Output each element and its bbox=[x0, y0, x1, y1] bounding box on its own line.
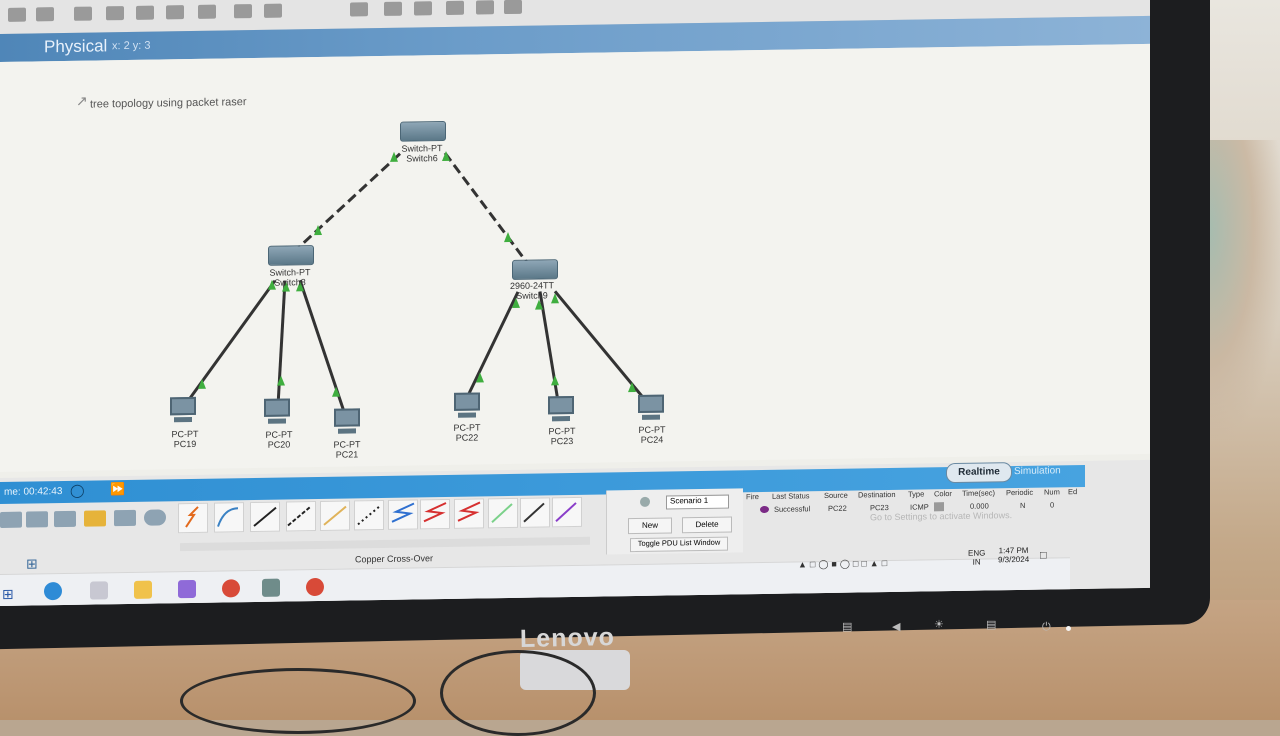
brightness-icon[interactable]: ☀ bbox=[934, 618, 944, 631]
grid-icon[interactable]: ⊞ bbox=[26, 555, 38, 572]
power-cycle-icon[interactable]: ◯ bbox=[70, 483, 85, 499]
pc24-name: PC24 bbox=[640, 434, 664, 445]
pdu-cell-status: Successful bbox=[774, 504, 811, 514]
pc24-icon[interactable] bbox=[636, 394, 666, 425]
pdu-header: Color bbox=[934, 489, 952, 499]
packet-tracer-icon[interactable] bbox=[262, 578, 280, 597]
switch8-icon[interactable] bbox=[268, 245, 314, 266]
monitor-brand-logo: Lenovo bbox=[519, 623, 616, 653]
switch6-icon[interactable] bbox=[400, 120, 446, 142]
category-enddevice-icon[interactable] bbox=[114, 509, 136, 527]
switch8-name: Switch8 bbox=[274, 277, 306, 288]
monitor-screen: Physical x: 2 y: 3 ↗ tree topology using… bbox=[0, 0, 1150, 607]
pdu-header: Periodic bbox=[1006, 487, 1034, 498]
pc22-icon[interactable] bbox=[452, 392, 482, 422]
pdu-cell-num: 0 bbox=[1050, 500, 1055, 510]
pdu-header: Ed bbox=[1068, 487, 1078, 497]
pc23-name: PC23 bbox=[550, 435, 574, 447]
pdu-cell-destination: PC23 bbox=[870, 503, 889, 513]
pc23-icon[interactable] bbox=[546, 395, 576, 426]
link-switch6-switch9 bbox=[443, 152, 532, 268]
pc19-label: PC-PT PC19 bbox=[150, 429, 220, 450]
cable-caption: Copper Cross-Over bbox=[355, 553, 434, 565]
toggle-pdu-list-button[interactable]: Toggle PDU List Window bbox=[630, 536, 728, 553]
switch9-name: Switch9 bbox=[516, 290, 548, 301]
pc24-label: PC-PT PC24 bbox=[617, 424, 687, 445]
pc21-icon[interactable] bbox=[332, 408, 362, 438]
bezel-left-icon[interactable]: ◀ bbox=[892, 620, 900, 633]
switch6-name: Switch6 bbox=[406, 153, 438, 164]
lang-bottom: IN bbox=[972, 557, 981, 567]
taskbar-clock[interactable]: 1:47 PM 9/3/2024 bbox=[998, 546, 1029, 564]
desk-cable bbox=[440, 650, 596, 736]
switch6-label: Switch-PT Switch6 bbox=[387, 143, 457, 164]
pc22-name: PC22 bbox=[455, 432, 479, 443]
lang-top: ENG bbox=[968, 548, 986, 558]
pdu-cell-periodic: N bbox=[1020, 500, 1026, 510]
pdu-header: Last Status bbox=[772, 491, 810, 501]
category-hub-icon[interactable] bbox=[54, 510, 76, 528]
simulation-button[interactable]: Simulation bbox=[1014, 462, 1084, 481]
power-icon[interactable]: ⏻ bbox=[1042, 620, 1051, 634]
link-switch9-pc22 bbox=[465, 291, 520, 399]
category-switch-icon[interactable] bbox=[26, 511, 48, 528]
port-indicator bbox=[504, 232, 512, 243]
file-explorer-icon[interactable] bbox=[134, 580, 152, 599]
category-cloud-icon[interactable] bbox=[144, 509, 166, 526]
clock-date: 9/3/2024 bbox=[998, 554, 1030, 565]
switch9-label: 2960-24TT Switch9 bbox=[497, 280, 567, 301]
clock-time: 1:47 PM bbox=[998, 545, 1029, 556]
time-readout: me: 00:42:43 bbox=[4, 486, 63, 498]
pc21-label: PC-PT PC21 bbox=[312, 439, 382, 460]
pdu-header: Time(sec) bbox=[962, 488, 996, 498]
pc19-name: PC19 bbox=[173, 438, 197, 450]
switch9-icon[interactable] bbox=[512, 259, 558, 280]
desk-cable bbox=[180, 668, 416, 734]
pc20-name: PC20 bbox=[267, 439, 291, 450]
pc23-label: PC-PT PC23 bbox=[527, 426, 597, 447]
pc20-icon[interactable] bbox=[262, 398, 292, 428]
pdu-header: Type bbox=[908, 489, 925, 499]
pdu-cell-source: PC22 bbox=[828, 503, 847, 513]
pdu-cell-time: 0.000 bbox=[970, 501, 989, 511]
pc19-icon[interactable] bbox=[168, 396, 198, 427]
pc20-label: PC-PT PC20 bbox=[244, 429, 314, 450]
new-scenario-button[interactable]: New bbox=[628, 517, 672, 535]
pdu-header: Num bbox=[1044, 487, 1060, 497]
category-connections-icon[interactable] bbox=[84, 510, 106, 527]
pdu-header: Destination bbox=[858, 489, 896, 500]
copilot-icon[interactable] bbox=[178, 579, 196, 599]
pc22-label: PC-PT PC22 bbox=[432, 422, 502, 443]
category-router-icon[interactable] bbox=[0, 511, 22, 528]
switch8-label: Switch-PT Switch8 bbox=[255, 267, 325, 288]
fast-forward-icon[interactable]: ⏩ bbox=[110, 482, 125, 496]
delete-scenario-button[interactable]: Delete bbox=[682, 516, 732, 534]
menu-icon[interactable]: ▤ bbox=[986, 618, 996, 631]
input-source-icon[interactable]: ▤ bbox=[842, 620, 852, 633]
pc21-name: PC21 bbox=[335, 449, 359, 460]
link-switch8-pc19 bbox=[183, 279, 277, 406]
pdu-cell-type: ICMP bbox=[910, 502, 929, 512]
pdu-header: Fire bbox=[746, 492, 759, 502]
port-indicator bbox=[551, 375, 559, 386]
language-indicator[interactable]: ENG IN bbox=[968, 549, 985, 567]
start-icon[interactable]: ⊞ bbox=[2, 586, 14, 603]
link-switch6-switch8 bbox=[288, 152, 402, 257]
power-led bbox=[1066, 626, 1071, 631]
notification-icon[interactable]: □ bbox=[1040, 550, 1047, 562]
scenario-select[interactable]: Scenario 1 bbox=[666, 494, 729, 510]
link-switch8-pc20 bbox=[276, 280, 287, 406]
system-tray-icons[interactable]: ▲□◯■◯□□▲□ bbox=[798, 558, 890, 570]
app-icon[interactable] bbox=[90, 581, 108, 600]
pdu-cell-color bbox=[934, 502, 944, 512]
pdu-header: Source bbox=[824, 490, 848, 501]
realtime-button[interactable]: Realtime bbox=[946, 462, 1012, 484]
